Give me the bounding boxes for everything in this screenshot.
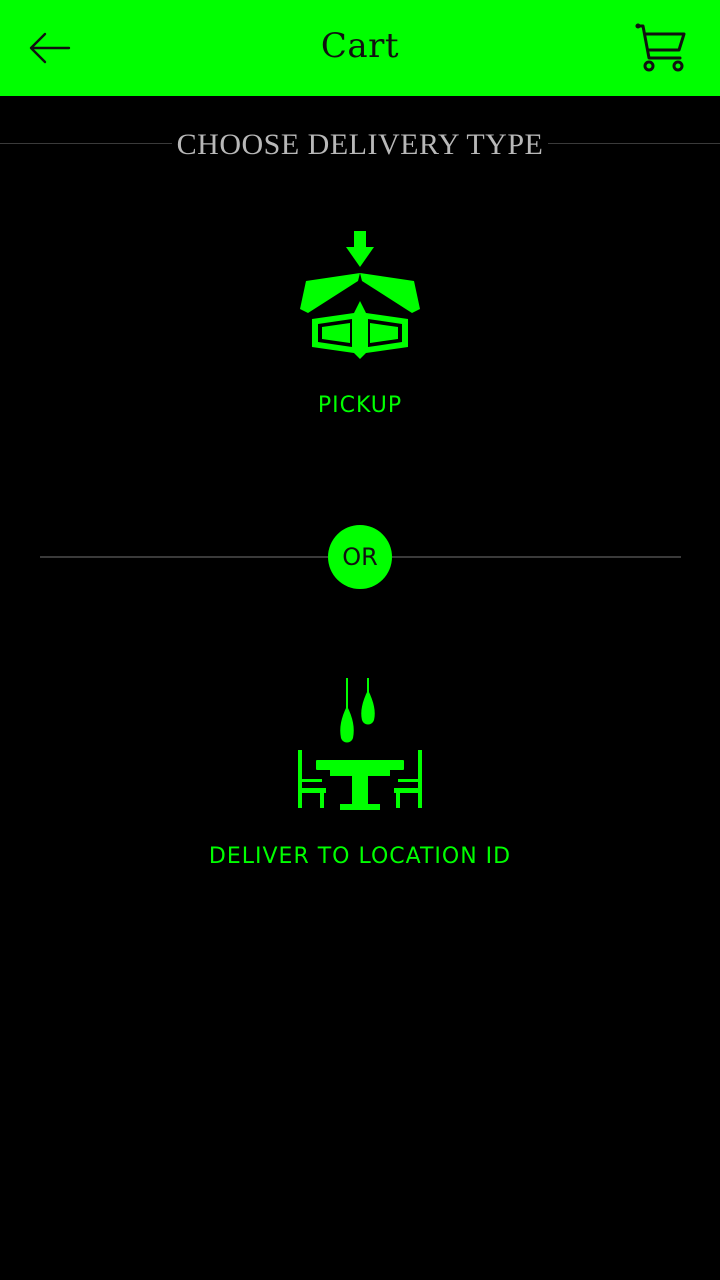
- divider-rule: [548, 143, 720, 144]
- deliver-to-location-option[interactable]: DELIVER TO LOCATION ID: [160, 672, 560, 872]
- page-title: Cart: [320, 26, 400, 66]
- deliver-label: DELIVER TO LOCATION ID: [208, 844, 512, 869]
- pickup-option[interactable]: PICKUP: [160, 225, 560, 425]
- section-title: CHOOSE DELIVERY TYPE: [176, 128, 544, 161]
- shopping-cart-icon: [635, 23, 686, 72]
- section-header: CHOOSE DELIVERY TYPE: [0, 126, 720, 162]
- cart-button[interactable]: [634, 22, 688, 74]
- or-badge: OR: [328, 525, 392, 589]
- open-box-icon: [300, 231, 420, 359]
- dining-table-icon: [298, 678, 422, 810]
- top-app-bar: Cart: [0, 0, 720, 96]
- pickup-label: PICKUP: [317, 393, 403, 418]
- divider-rule: [0, 143, 172, 144]
- or-divider: OR: [40, 525, 681, 589]
